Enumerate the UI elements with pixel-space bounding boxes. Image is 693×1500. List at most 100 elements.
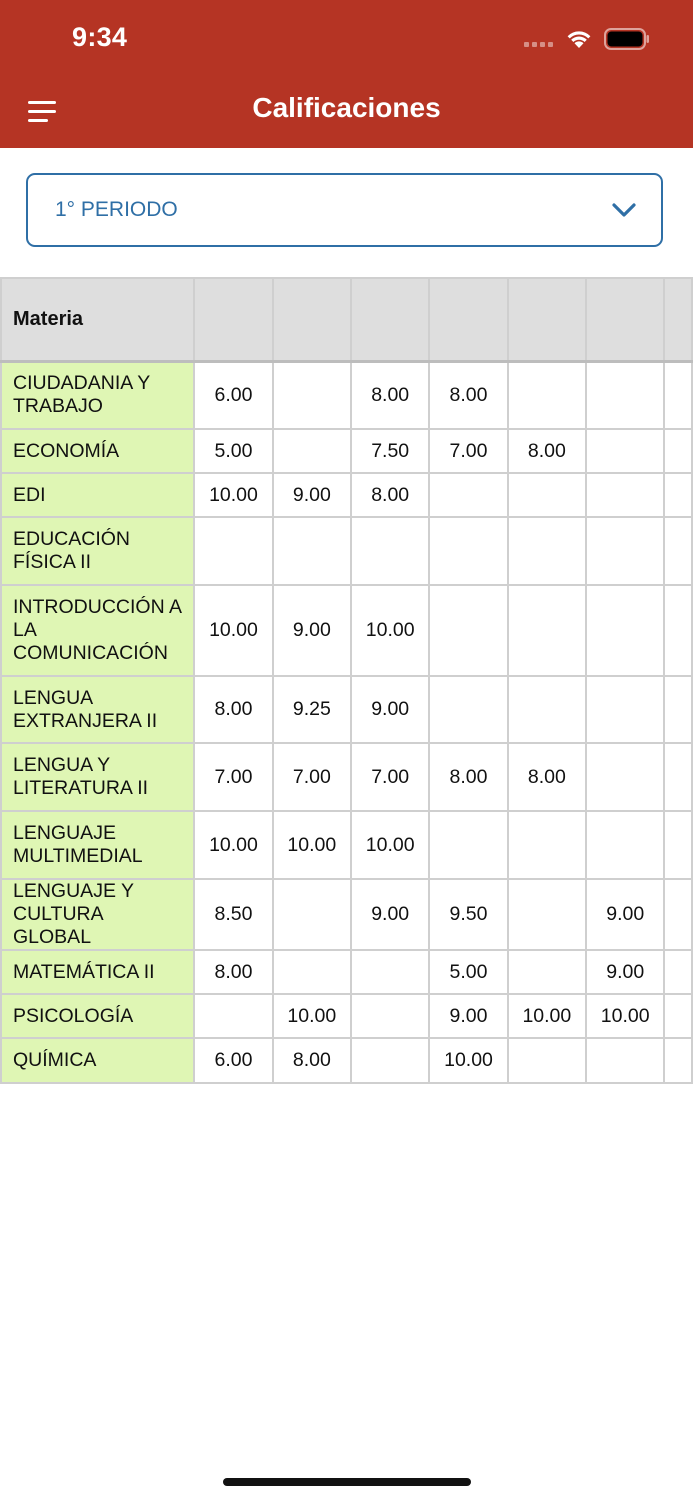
subject-cell: LENGUAJE Y CULTURA GLOBAL [0, 878, 196, 951]
grade-cell: 9.00 [271, 584, 353, 677]
subject-cell: ECONOMÍA [0, 428, 196, 474]
grade-cell [428, 516, 509, 586]
grade-cell: 10.00 [193, 472, 274, 518]
grade-cell: 8.00 [428, 742, 509, 812]
battery-icon [604, 28, 649, 50]
grade-cell: 10.00 [193, 810, 274, 880]
grade-cell [271, 516, 353, 586]
grade-cell: 7.00 [349, 742, 431, 812]
grade-cell: 9.00 [428, 993, 509, 1039]
table-row: LENGUAJE Y CULTURA GLOBAL 8.50 9.00 9.50 9.0… [0, 878, 693, 951]
grade-cell-overflow [663, 878, 693, 951]
grade-cell: 9.00 [585, 878, 666, 951]
grade-cell: 5.00 [193, 428, 274, 474]
table-row: INTRODUCCIÓN A LA COMUNICACIÓN 10.00 9.00 1… [0, 584, 693, 677]
grade-cell [585, 1037, 666, 1084]
subject-cell: EDUCACIÓN FÍSICA II [0, 516, 196, 586]
table-row: PSICOLOGÍA 10.00 9.00 10.00 10.00 [0, 993, 693, 1039]
grade-cell [506, 949, 588, 995]
table-row: EDUCACIÓN FÍSICA II [0, 516, 693, 586]
grade-cell: 10.00 [428, 1037, 509, 1084]
grade-cell: 7.00 [428, 428, 509, 474]
subject-cell: CIUDADANIA Y TRABAJO [0, 360, 196, 430]
page-title: Calificaciones [252, 92, 441, 123]
subject-cell: LENGUAJE MULTIMEDIAL [0, 810, 196, 880]
grade-cell: 6.00 [193, 1037, 274, 1084]
table-row: CIUDADANIA Y TRABAJO 6.00 8.00 8.00 [0, 360, 693, 430]
grade-cell: 9.00 [271, 472, 353, 518]
home-indicator [223, 1478, 471, 1486]
grade-cell-overflow [663, 584, 693, 677]
column-header [506, 277, 588, 363]
grade-cell: 9.50 [428, 878, 509, 951]
grade-cell [506, 810, 588, 880]
grade-cell [506, 1037, 588, 1084]
grade-cell: 7.00 [193, 742, 274, 812]
grade-cell: 10.00 [349, 810, 431, 880]
grade-cell: 9.00 [349, 878, 431, 951]
grade-cell: 8.00 [193, 949, 274, 995]
grade-cell [506, 472, 588, 518]
grade-cell: 8.00 [271, 1037, 353, 1084]
grade-cell: 5.00 [428, 949, 509, 995]
grade-cell [585, 584, 666, 677]
grade-cell-overflow [663, 516, 693, 586]
grade-cell: 10.00 [193, 584, 274, 677]
grade-cell [349, 516, 431, 586]
table-row: LENGUAJE MULTIMEDIAL 10.00 10.00 10.00 [0, 810, 693, 880]
grade-cell: 8.50 [193, 878, 274, 951]
grade-cell: 10.00 [271, 810, 353, 880]
grade-cell [506, 584, 588, 677]
grade-cell [428, 584, 509, 677]
column-header-overflow [663, 277, 693, 363]
grade-cell: 10.00 [506, 993, 588, 1039]
subject-cell: MATEMÁTICA II [0, 949, 196, 995]
subject-cell: PSICOLOGÍA [0, 993, 196, 1039]
grade-cell [349, 993, 431, 1039]
table-row: ECONOMÍA 5.00 7.50 7.00 8.00 [0, 428, 693, 474]
grade-cell: 8.00 [506, 428, 588, 474]
column-header [193, 277, 274, 363]
grade-cell [585, 360, 666, 430]
table-row: LENGUA Y LITERATURA II 7.00 7.00 7.00 8.00 8.… [0, 742, 693, 812]
table-row: EDI 10.00 9.00 8.00 [0, 472, 693, 518]
grade-cell [585, 428, 666, 474]
grade-cell-overflow [663, 993, 693, 1039]
subject-cell: LENGUA Y LITERATURA II [0, 742, 196, 812]
grade-cell: 9.00 [585, 949, 666, 995]
grade-cell [585, 516, 666, 586]
cellular-signal-icon [524, 42, 553, 47]
grade-cell [193, 993, 274, 1039]
grade-cell [585, 472, 666, 518]
status-time: 9:34 [72, 22, 128, 52]
grade-cell-overflow [663, 675, 693, 744]
grade-cell-overflow [663, 949, 693, 995]
column-header [585, 277, 666, 363]
grade-cell [271, 878, 353, 951]
grade-cell [506, 675, 588, 744]
grade-cell: 7.00 [271, 742, 353, 812]
grade-cell: 8.00 [428, 360, 509, 430]
grade-cell [585, 675, 666, 744]
grade-cell [349, 1037, 431, 1084]
grade-cell [349, 949, 431, 995]
grade-cell: 7.50 [349, 428, 431, 474]
grade-cell: 9.25 [271, 675, 353, 744]
grade-cell [506, 516, 588, 586]
grade-cell [271, 360, 353, 430]
grade-cell: 8.00 [349, 472, 431, 518]
grade-cell-overflow [663, 360, 693, 430]
grade-cell: 8.00 [349, 360, 431, 430]
grade-cell [428, 810, 509, 880]
period-dropdown[interactable]: 1° PERIODO [26, 173, 663, 247]
grade-cell: 10.00 [349, 584, 431, 677]
column-header [271, 277, 353, 363]
grades-table: Materia CIUDADANIA Y TRABAJO 6.00 8.00 8.00… [0, 277, 693, 1084]
grade-cell: 8.00 [506, 742, 588, 812]
subject-cell: EDI [0, 472, 196, 518]
subject-cell: QUÍMICA [0, 1037, 196, 1084]
grade-cell-overflow [663, 810, 693, 880]
column-header-materia: Materia [0, 277, 196, 363]
wifi-icon [567, 31, 591, 48]
grade-cell [428, 675, 509, 744]
